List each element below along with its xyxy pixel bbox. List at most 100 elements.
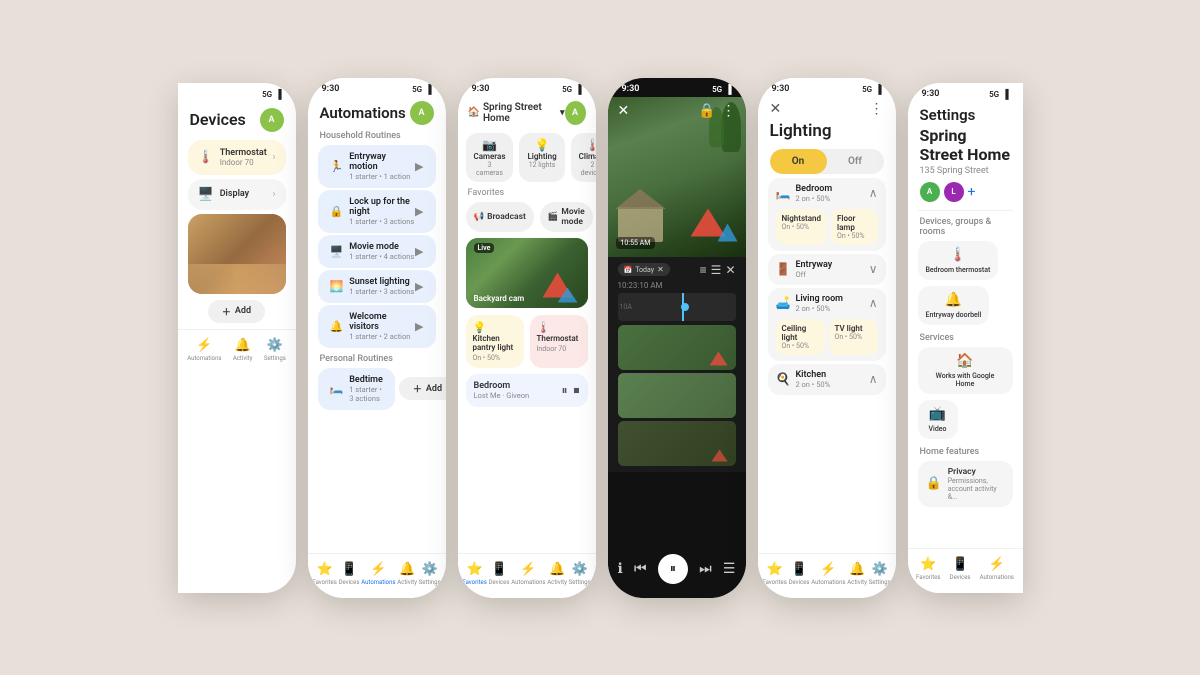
room-living-header[interactable]: 🛋️ Living room 2 on • 50% ∧ [768,288,886,319]
timeline-bar[interactable]: 10A [618,293,736,321]
broadcast-chip[interactable]: 📢 Broadcast [466,202,534,232]
camera-menu-icon[interactable]: ⋮ [722,103,736,119]
bedroom-music-tile[interactable]: Bedroom Lost Me · Giveon ⏸ ⏹ [466,374,588,407]
nightstand-tile[interactable]: Nightstand On • 50% [776,209,828,245]
close-lighting[interactable]: ✕ [770,101,782,117]
display-card[interactable]: 🖥️ Display › [188,179,286,210]
play-btn-entryway[interactable]: ▶ [415,160,423,173]
automations-header: Automations A [308,97,446,127]
nav-label-activity-1: Activity [233,355,253,362]
phone-devices: 5G ▐ Devices A 🌡️ Thermostat Indoor 70 ›… [178,83,296,593]
google-home-tile[interactable]: 🏠 Works with Google Home [918,347,1013,394]
info-icon[interactable]: ℹ [618,561,623,577]
nav-activity-1[interactable]: 🔔 Activity [233,338,253,362]
nav-settings-1[interactable]: ⚙️ Settings [264,338,286,362]
pause-btn[interactable]: ⏸ [561,383,567,398]
signal-3: 5G [562,85,572,94]
nav-activity-2[interactable]: 🔔 Activity [397,562,417,586]
floor-lamp-tile[interactable]: Floor lamp On • 50% [831,209,877,245]
thumb-1[interactable] [618,325,736,370]
next-btn[interactable]: ⏭ [699,561,712,577]
bedtime-row[interactable]: 🛏️ Bedtime 1 starter • 3 actions ＋ Add [318,368,436,410]
play-btn-sunset[interactable]: ▶ [415,280,423,293]
nav-settings-5[interactable]: ⚙️ Settings [869,562,891,586]
privacy-row[interactable]: 🔒 Privacy Permissions, account activity … [918,461,1013,507]
thumb-2[interactable] [618,373,736,418]
cameras-chip[interactable]: 📷 Cameras 3 cameras [466,133,514,182]
more-lighting[interactable]: ⋮ [870,101,884,117]
climate-chip[interactable]: 🌡️ Climate 2 devices [571,133,596,182]
user-avatar-2[interactable]: A [410,101,434,125]
play-btn-welcome[interactable]: ▶ [415,320,423,333]
auto-item-lock[interactable]: 🔒 Lock up for the night 1 starter • 3 ac… [318,190,436,233]
thermostat-tile[interactable]: 🌡️ Thermostat Indoor 70 [530,315,588,368]
auto-item-bedtime[interactable]: 🛏️ Bedtime 1 starter • 3 actions [318,368,395,410]
close-button-dark[interactable]: ✕ [618,103,630,119]
nav-devices-3[interactable]: 📱 Devices [489,562,510,586]
movie-mode-chip[interactable]: 🎬 Movie mode [540,202,593,232]
nav-favorites-5[interactable]: ⭐ Favorites [762,562,786,586]
list-icon[interactable]: ☰ [711,263,722,277]
add-button[interactable]: ＋ Add [208,300,265,323]
video-tile[interactable]: 📺 Video [918,400,958,439]
nav-settings-2[interactable]: ⚙️ Settings [419,562,441,586]
room-bedroom-header[interactable]: 🛏️ Bedroom 2 on • 50% ∧ [768,178,886,209]
bedroom-room-icon: 🛏️ [776,186,791,200]
ceiling-light-tile[interactable]: Ceiling light On • 50% [776,319,825,355]
nav-devices-5[interactable]: 📱 Devices [789,562,810,586]
auto-item-movie[interactable]: 🖥️ Movie mode 1 starter • 4 actions ▶ [318,235,436,268]
bedroom-thermostat-tile[interactable]: 🌡️ Bedroom thermostat [918,241,999,280]
tv-light-tile[interactable]: TV light On • 50% [829,319,878,355]
entryway-expand[interactable]: ∨ [869,262,878,276]
nav-activity-5[interactable]: 🔔 Activity [847,562,867,586]
today-badge[interactable]: 📅 Today ✕ [618,263,670,276]
thermostat-card[interactable]: 🌡️ Thermostat Indoor 70 › [188,140,286,175]
nav-automations-3[interactable]: ⚡ Automations [511,562,545,586]
dropdown-icon[interactable]: ▾ [560,108,565,118]
play-btn-movie[interactable]: ▶ [415,245,423,258]
nav-automations-2[interactable]: ⚡ Automations [361,562,395,586]
kitchen-light-tile[interactable]: 💡 Kitchen pantry light On • 50% [466,315,524,368]
add-member-button[interactable]: + [968,184,976,200]
nav-automations-1[interactable]: ⚡ Automations [187,338,221,362]
settings-title: Settings [908,102,1023,124]
toggle-off[interactable]: Off [827,149,884,174]
nav-devices-2[interactable]: 📱 Devices [339,562,360,586]
today-x[interactable]: ✕ [657,265,664,274]
living-expand[interactable]: ∧ [869,296,878,310]
backyard-cam-feed[interactable]: Live Backyard cam [466,238,588,308]
play-btn-lock[interactable]: ▶ [415,205,423,218]
auto-item-sunset[interactable]: 🌅 Sunset lighting 1 starter • 3 actions … [318,270,436,303]
lighting-chip[interactable]: 💡 Lighting 12 lights [519,133,564,182]
entryway-doorbell-tile[interactable]: 🔔 Entryway doorbell [918,286,990,325]
add-automation-button[interactable]: ＋ Add [399,377,446,400]
nav-favorites-3[interactable]: ⭐ Favorites [462,562,486,586]
user-avatar-3[interactable]: A [565,101,586,125]
stop-btn[interactable]: ⏹ [573,383,579,398]
auto-item-welcome[interactable]: 🔔 Welcome visitors 1 starter • 2 action … [318,305,436,348]
room-kitchen-header[interactable]: 🍳 Kitchen 2 on • 50% ∧ [768,364,886,395]
user-avatar-1[interactable]: A [260,108,284,132]
nav-activity-3[interactable]: 🔔 Activity [547,562,567,586]
nav-label-settings-3: Settings [569,579,591,586]
bedroom-expand[interactable]: ∧ [869,186,878,200]
nav-automations-5[interactable]: ⚡ Automations [811,562,845,586]
time-label-dark: 10:23:10 AM [618,281,736,290]
menu-btn[interactable]: ☰ [723,561,736,577]
thumb-3[interactable] [618,421,736,466]
nav-favorites-2[interactable]: ⭐ Favorites [312,562,336,586]
entryway-room-name: Entryway [795,260,832,270]
nav-settings-3[interactable]: ⚙️ Settings [569,562,591,586]
nav-devices-6[interactable]: 📱 Devices [950,557,971,581]
prev-btn[interactable]: ⏮ [634,561,647,577]
room-entryway-header[interactable]: 🚪 Entryway Off ∨ [768,254,886,285]
kitchen-expand[interactable]: ∧ [869,372,878,386]
grid-icon[interactable]: ≡ [700,263,707,277]
nav-favorites-6[interactable]: ⭐ Favorites [916,557,940,581]
nav-automations-6[interactable]: ⚡ Automations [980,557,1014,581]
close-timeline-icon[interactable]: ✕ [725,263,735,277]
automations-icon-6: ⚡ [989,557,1005,572]
toggle-on[interactable]: On [770,149,827,174]
play-pause-button[interactable]: ⏸ [658,554,688,584]
auto-item-entryway[interactable]: 🏃 Entryway motion 1 starter • 1 action ▶ [318,145,436,188]
